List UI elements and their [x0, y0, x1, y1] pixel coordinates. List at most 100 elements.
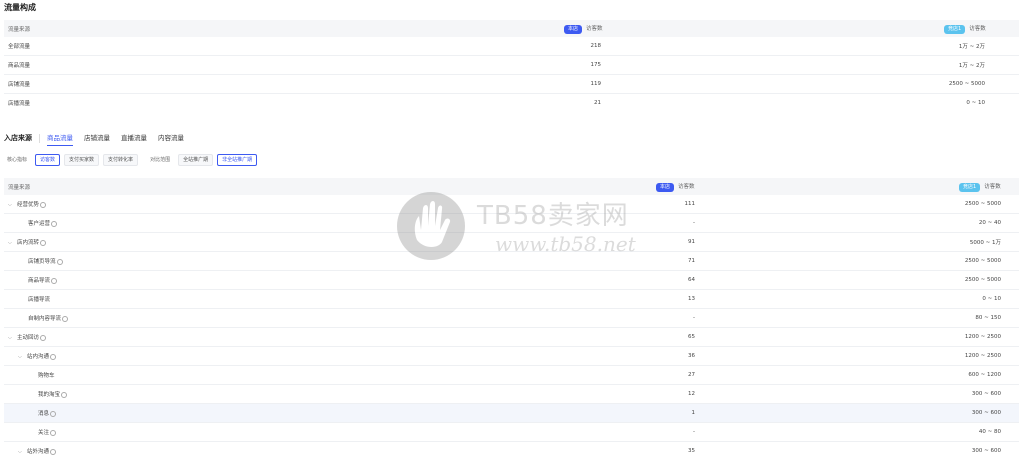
entry-table: 流量来源 本店 访客数 竞店1 访客数 ⌵ 经营优势 111 2500 ~ 5000 … [4, 178, 1019, 458]
row-comp: 600 ~ 1200 [968, 372, 1001, 378]
row-name: 店内流转 [17, 240, 40, 246]
table-row[interactable]: ⌵ 店内流转 91 5000 ~ 1万 [4, 233, 1019, 252]
info-icon[interactable] [50, 410, 57, 417]
table-row: 店播流量 21 0 ~ 10 [4, 94, 1019, 112]
row-name: 站外沟通 [27, 449, 50, 455]
row-comp: 1200 ~ 2500 [964, 353, 1001, 359]
info-icon[interactable] [61, 391, 68, 398]
table-row[interactable]: ⌵ 站外沟通 35 300 ~ 600 [4, 442, 1019, 458]
row-ours: 111 [684, 201, 696, 207]
row-name: 店播导流 [28, 297, 51, 303]
col-ours: 本店 访客数 [656, 182, 695, 192]
row-comp: 2500 ~ 5000 [948, 81, 985, 87]
row-comp: 40 ~ 80 [978, 429, 1001, 435]
metric-buyers-chip[interactable]: 支付买家数 [64, 153, 100, 166]
ours-col-label: 访客数 [678, 183, 695, 190]
table-row: 消息 1 300 ~ 600 [4, 404, 1019, 423]
row-comp: 0 ~ 10 [966, 100, 985, 106]
row-ours: - [693, 429, 695, 435]
col-comp: 竞店1 访客数 [944, 24, 986, 34]
row-ours: 91 [688, 239, 695, 245]
tab-shop-traffic[interactable]: 店铺流量 [84, 132, 110, 144]
table-row[interactable]: ⌵ 经营优势 111 2500 ~ 5000 [4, 195, 1019, 214]
info-icon[interactable] [50, 353, 57, 360]
row-name: 主动回访 [17, 335, 40, 341]
row-name: 店铺页导流 [28, 259, 56, 265]
row-name: 购物车 [38, 373, 55, 379]
row-comp: 300 ~ 600 [971, 391, 1001, 397]
row-name: 全部流量 [8, 44, 31, 50]
row-name: 店铺流量 [8, 82, 31, 88]
row-name: 站内沟通 [27, 354, 50, 360]
col-ours: 本店 访客数 [564, 24, 603, 34]
table-row: 关注 - 40 ~ 80 [4, 423, 1019, 442]
table-row: 店铺流量 119 2500 ~ 5000 [4, 75, 1019, 94]
chevron-down-icon[interactable]: ⌵ [8, 202, 13, 208]
table-row: 全部流量 218 1万 ~ 2万 [4, 37, 1019, 56]
row-comp: 2500 ~ 5000 [964, 258, 1001, 264]
metric-visitors-chip[interactable]: 访客数 [35, 153, 61, 166]
row-ours: - [693, 220, 695, 226]
chevron-down-icon[interactable]: ⌵ [8, 240, 13, 246]
row-name: 经营优势 [17, 202, 40, 208]
table-row[interactable]: ⌵ 主动回访 65 1200 ~ 2500 [4, 328, 1019, 347]
info-icon[interactable] [40, 201, 47, 208]
entry-section-title: 入店来源 [4, 134, 32, 142]
tab-live-traffic[interactable]: 直播流量 [121, 132, 147, 144]
table-row: 店播导流 13 0 ~ 10 [4, 290, 1019, 309]
filter-bar: 核心指标 访客数 支付买家数 支付转化率 对比范围 全站推广期 非全站推广期 [7, 153, 261, 166]
row-name: 商品流量 [8, 63, 31, 69]
row-ours: 36 [688, 353, 695, 359]
row-ours: 27 [688, 372, 695, 378]
row-name: 商品导流 [28, 278, 51, 284]
row-ours: 119 [590, 81, 602, 87]
row-comp: 300 ~ 600 [971, 448, 1001, 454]
row-comp: 20 ~ 40 [978, 220, 1001, 226]
row-comp: 2500 ~ 5000 [964, 201, 1001, 207]
row-name: 消息 [38, 411, 50, 417]
ours-col-label: 访客数 [586, 25, 603, 32]
info-icon[interactable] [51, 220, 58, 227]
table-row: 店铺页导流 71 2500 ~ 5000 [4, 252, 1019, 271]
range-promo-chip[interactable]: 全站推广期 [178, 153, 214, 166]
tab-product-traffic[interactable]: 商品流量 [47, 132, 73, 146]
col-comp: 竞店1 访客数 [959, 182, 1001, 192]
info-icon[interactable] [51, 277, 58, 284]
traffic-section-title: 流量构成 [4, 3, 36, 12]
table-row: 我的淘宝 12 300 ~ 600 [4, 385, 1019, 404]
ours-badge: 本店 [656, 182, 675, 192]
comp-badge: 竞店1 [959, 182, 981, 192]
chevron-down-icon[interactable]: ⌵ [8, 335, 13, 341]
row-ours: 1 [691, 410, 696, 416]
table-row[interactable]: ⌵ 站内沟通 36 1200 ~ 2500 [4, 347, 1019, 366]
row-ours: 21 [594, 100, 601, 106]
table-row: 客户运营 - 20 ~ 40 [4, 214, 1019, 233]
col-source: 流量来源 [8, 184, 31, 191]
col-source: 流量来源 [8, 26, 31, 33]
info-icon[interactable] [40, 239, 47, 246]
info-icon[interactable] [56, 258, 63, 265]
divider [39, 133, 40, 143]
row-comp: 1万 ~ 2万 [958, 63, 985, 69]
metric-conversion-chip[interactable]: 支付转化率 [103, 153, 139, 166]
info-icon[interactable] [62, 315, 69, 322]
row-name: 客户运营 [28, 221, 51, 227]
entry-tabs: 入店来源 商品流量 店铺流量 直播流量 内容流量 [4, 131, 195, 146]
row-comp: 0 ~ 10 [982, 296, 1001, 302]
info-icon[interactable] [50, 429, 57, 436]
row-comp: 2500 ~ 5000 [964, 277, 1001, 283]
table-row: 购物车 27 600 ~ 1200 [4, 366, 1019, 385]
range-non-promo-chip[interactable]: 非全站推广期 [217, 153, 258, 166]
table-row: 自制内容导流 - 80 ~ 150 [4, 309, 1019, 328]
row-name: 店播流量 [8, 101, 31, 107]
chevron-down-icon[interactable]: ⌵ [18, 354, 23, 360]
compare-label: 对比范围 [150, 157, 171, 163]
comp-badge: 竞店1 [944, 24, 966, 34]
tab-content-traffic[interactable]: 内容流量 [158, 132, 184, 144]
info-icon[interactable] [50, 448, 57, 455]
traffic-table: 流量来源 本店 访客数 竞店1 访客数 全部流量 218 1万 ~ 2万 商品流量 … [4, 20, 1019, 112]
info-icon[interactable] [40, 334, 47, 341]
chevron-down-icon[interactable]: ⌵ [18, 449, 23, 455]
page: 流量构成 流量来源 本店 访客数 竞店1 访客数 全部流量 218 1万 ~ 2万 … [0, 0, 1023, 458]
row-comp: 1万 ~ 2万 [958, 44, 985, 50]
